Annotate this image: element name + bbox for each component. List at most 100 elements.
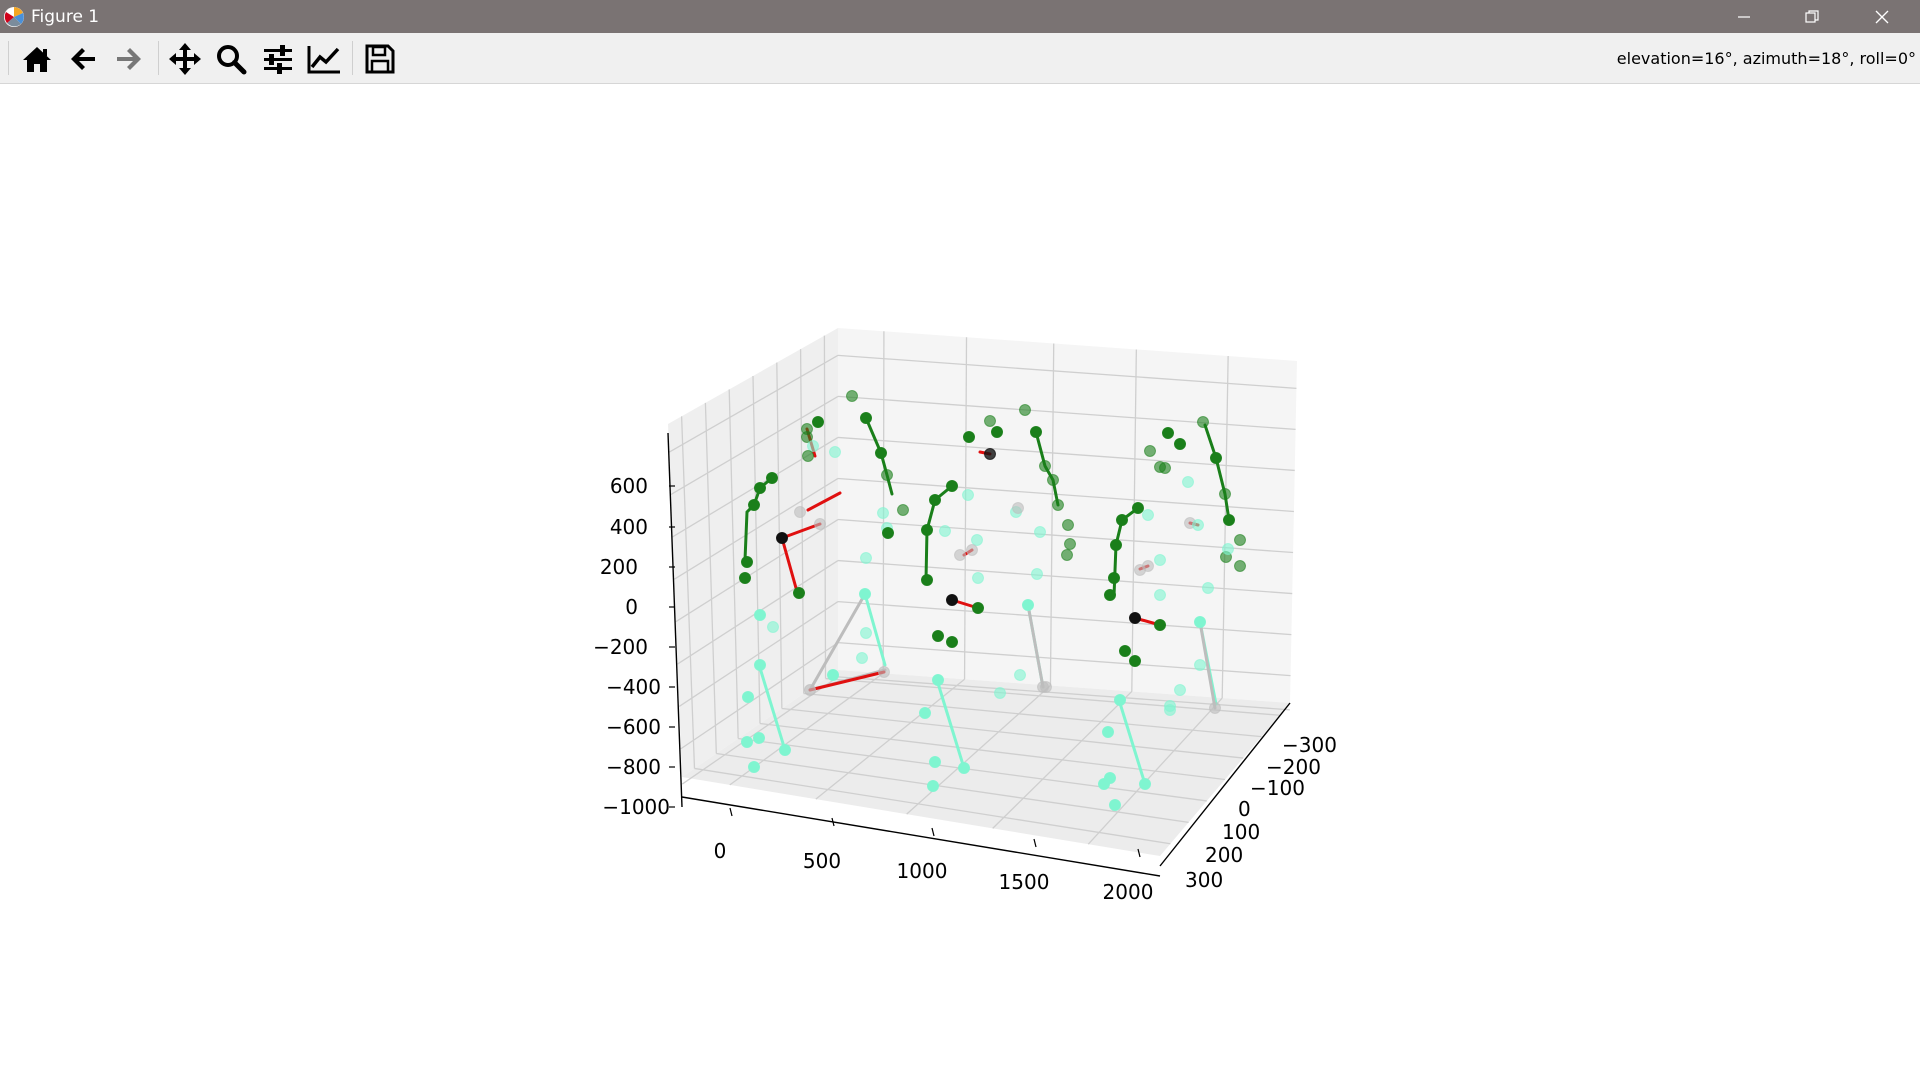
scatter-point (946, 594, 958, 606)
scatter-point (860, 552, 872, 564)
x-tick-label: 1500 (999, 870, 1050, 894)
scatter-point (754, 482, 766, 494)
scatter-point (1144, 445, 1156, 457)
zoom-icon (217, 45, 247, 75)
scatter-point (812, 416, 824, 428)
scatter-point (1223, 514, 1235, 526)
toolbar-separator (158, 41, 159, 75)
scatter-point (1110, 539, 1122, 551)
scatter-point (860, 412, 872, 424)
scatter-point (1134, 564, 1146, 576)
axes-3d: 0 500 1000 1500 2000−300−200−100010020030060… (593, 328, 1337, 904)
scatter-point (1202, 582, 1214, 594)
scatter-point (929, 756, 941, 768)
scatter-point (932, 630, 944, 642)
pan-button[interactable] (167, 42, 203, 76)
scatter-point (1164, 700, 1176, 712)
zoom-button[interactable] (213, 42, 249, 76)
forward-button[interactable] (111, 42, 147, 76)
scatter-point (1154, 554, 1166, 566)
y-tick-label: 200 (1205, 843, 1243, 867)
scatter-point (984, 448, 996, 460)
scatter-point (971, 534, 983, 546)
scatter-point (1142, 509, 1154, 521)
scatter-point (984, 415, 996, 427)
navigation-toolbar: elevation=16°, azimuth=18°, roll=0° (0, 33, 1920, 84)
arrow-right-icon (117, 48, 141, 70)
move-icon (169, 43, 201, 75)
toolbar-separator (8, 41, 9, 75)
configure-subplots-button[interactable] (260, 42, 296, 76)
scatter-point (859, 588, 871, 600)
scatter-point (860, 627, 872, 639)
y-tick-label: −100 (1250, 776, 1305, 800)
scatter-point (927, 780, 939, 792)
scatter-point (1102, 726, 1114, 738)
z-tick-label: 0 (625, 595, 638, 619)
home-icon (23, 47, 51, 72)
scatter-point (1219, 488, 1231, 500)
scatter-point (754, 609, 766, 621)
minimize-button[interactable] (1710, 0, 1778, 33)
scatter-point (1039, 460, 1051, 472)
scatter-point (1098, 778, 1110, 790)
scatter-point (1174, 684, 1186, 696)
scatter-point (919, 707, 931, 719)
scatter-point (846, 390, 858, 402)
y-tick-label: 0 (1238, 797, 1251, 821)
scatter-point (1031, 568, 1043, 580)
scatter-point (802, 450, 814, 462)
scatter-point (1108, 572, 1120, 584)
view-angle-readout: elevation=16°, azimuth=18°, roll=0° (1616, 49, 1916, 68)
scatter-point (794, 506, 806, 518)
scatter-point (1154, 619, 1166, 631)
scatter-point (875, 447, 887, 459)
scatter-point (946, 480, 958, 492)
scatter-point (1182, 476, 1194, 488)
z-tick-label: −400 (606, 675, 661, 699)
z-tick-label: −1000 (602, 795, 670, 819)
scatter-point (1104, 589, 1116, 601)
scatter-point (1132, 502, 1144, 514)
z-tick-label: 600 (610, 474, 648, 498)
scatter-point (742, 691, 754, 703)
back-button[interactable] (65, 42, 101, 76)
scatter-point (1139, 778, 1151, 790)
save-icon (365, 44, 395, 74)
scatter-point (804, 684, 816, 696)
scatter-point (954, 549, 966, 561)
scatter-point (1154, 589, 1166, 601)
scatter-point (1062, 519, 1074, 531)
gridline (882, 331, 885, 674)
scatter-point (962, 489, 974, 501)
scatter-point (793, 587, 805, 599)
z-tick-label: 400 (610, 515, 648, 539)
scatter-point (897, 504, 909, 516)
scatter-point (1116, 514, 1128, 526)
scatter-point (741, 556, 753, 568)
scatter-point (739, 572, 751, 584)
scatter-point (921, 524, 933, 536)
figure-canvas[interactable]: 0 500 1000 1500 2000−300−200−100010020030060… (0, 84, 1920, 1080)
x-tick-mark (729, 807, 733, 817)
close-icon (1875, 10, 1889, 23)
scatter-point (991, 426, 1003, 438)
scatter-point (1174, 438, 1186, 450)
scatter-point (779, 744, 791, 756)
scatter-point (878, 666, 890, 678)
scatter-point (776, 532, 788, 544)
x-tick-label: 0 (714, 839, 727, 863)
home-button[interactable] (19, 42, 55, 76)
save-button[interactable] (362, 42, 398, 76)
scatter-point (748, 761, 760, 773)
scatter-point (1064, 538, 1076, 550)
restore-icon (1805, 9, 1819, 23)
scatter-point (1209, 702, 1221, 714)
restore-button[interactable] (1778, 0, 1846, 33)
scatter-point (1162, 427, 1174, 439)
x-tick-mark (1033, 838, 1037, 848)
scatter-point (827, 669, 839, 681)
close-button[interactable] (1848, 0, 1916, 33)
edit-axes-button[interactable] (306, 42, 342, 76)
scatter-point (1234, 560, 1246, 572)
